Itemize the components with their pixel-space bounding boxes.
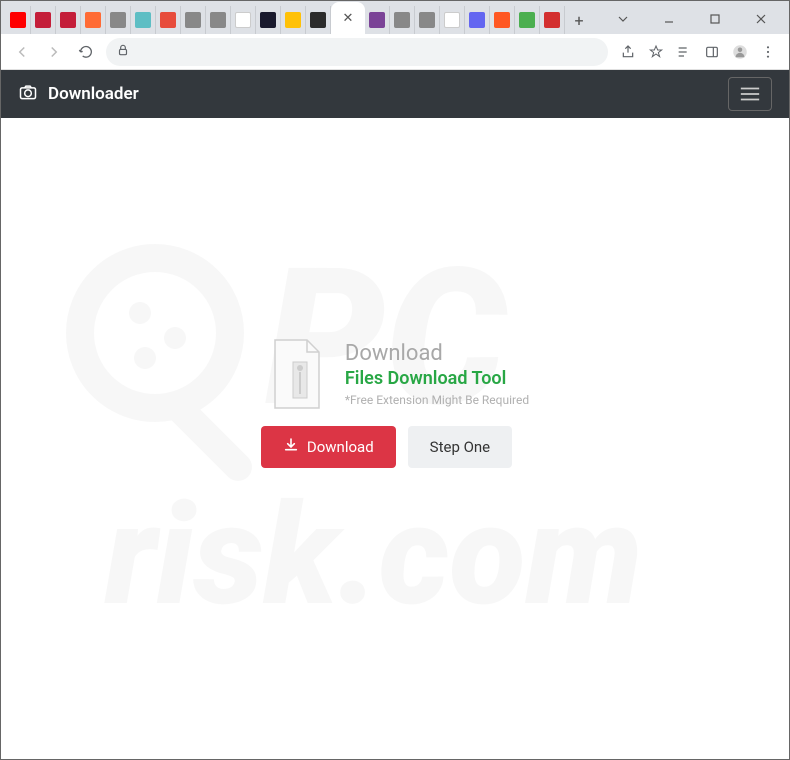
camera-icon — [18, 82, 38, 107]
address-bar — [0, 34, 790, 70]
tab-favicon[interactable] — [515, 6, 540, 34]
tab-favicon[interactable] — [31, 6, 56, 34]
new-tab-button[interactable]: + — [565, 6, 593, 34]
svg-text:risk.com: risk.com — [104, 474, 643, 638]
back-button[interactable] — [10, 40, 34, 64]
tab-favicon[interactable] — [490, 6, 515, 34]
tab-favicon[interactable] — [6, 6, 31, 34]
download-block: Download Files Download Tool *Free Exten… — [261, 338, 529, 468]
file-icon — [267, 338, 327, 410]
hamburger-button[interactable] — [728, 77, 772, 111]
download-button[interactable]: Download — [261, 426, 396, 468]
tab-favicon[interactable] — [131, 6, 156, 34]
tab-favicon[interactable] — [156, 6, 181, 34]
download-icon — [283, 437, 299, 457]
profile-button[interactable] — [728, 40, 752, 64]
tab-favicon[interactable] — [440, 6, 465, 34]
forward-button[interactable] — [42, 40, 66, 64]
reload-button[interactable] — [74, 40, 98, 64]
tab-favicon[interactable] — [231, 6, 256, 34]
tab-favicon[interactable] — [106, 6, 131, 34]
brand: Downloader — [18, 82, 139, 107]
step-one-button[interactable]: Step One — [408, 426, 512, 468]
reading-list-button[interactable] — [672, 40, 696, 64]
download-note: *Free Extension Might Be Required — [345, 393, 529, 407]
download-button-label: Download — [307, 438, 374, 456]
window-dropdown-button[interactable] — [600, 4, 646, 34]
tab-favicon[interactable] — [56, 6, 81, 34]
tab-favicon[interactable] — [306, 6, 331, 34]
tab-favicon[interactable] — [181, 6, 206, 34]
window-maximize-button[interactable] — [692, 4, 738, 34]
menu-button[interactable] — [756, 40, 780, 64]
tab-favicon[interactable] — [281, 6, 306, 34]
brand-text: Downloader — [48, 84, 139, 104]
bookmark-button[interactable] — [644, 40, 668, 64]
share-button[interactable] — [616, 40, 640, 64]
page-navbar: Downloader — [0, 70, 790, 118]
tab-strip: ✕ + — [0, 0, 790, 34]
step-one-label: Step One — [430, 438, 490, 456]
tab-favicon[interactable] — [365, 6, 390, 34]
tab-favicon[interactable] — [81, 6, 106, 34]
tab-favicon[interactable] — [256, 6, 281, 34]
tab-favicon[interactable] — [465, 6, 490, 34]
download-subheading: Files Download Tool — [345, 368, 529, 389]
window-close-button[interactable] — [738, 4, 784, 34]
tab-favicon[interactable] — [415, 6, 440, 34]
tab-active[interactable]: ✕ — [331, 2, 365, 34]
page-content: PC risk.com Download Files Download Tool… — [0, 118, 790, 728]
tab-favicon[interactable] — [390, 6, 415, 34]
lock-icon — [116, 42, 130, 61]
side-panel-button[interactable] — [700, 40, 724, 64]
download-heading: Download — [345, 341, 529, 366]
url-field[interactable] — [106, 38, 608, 66]
window-minimize-button[interactable] — [646, 4, 692, 34]
tab-favicon[interactable] — [540, 6, 565, 34]
tab-close-icon[interactable]: ✕ — [343, 11, 354, 26]
tab-favicon[interactable] — [206, 6, 231, 34]
